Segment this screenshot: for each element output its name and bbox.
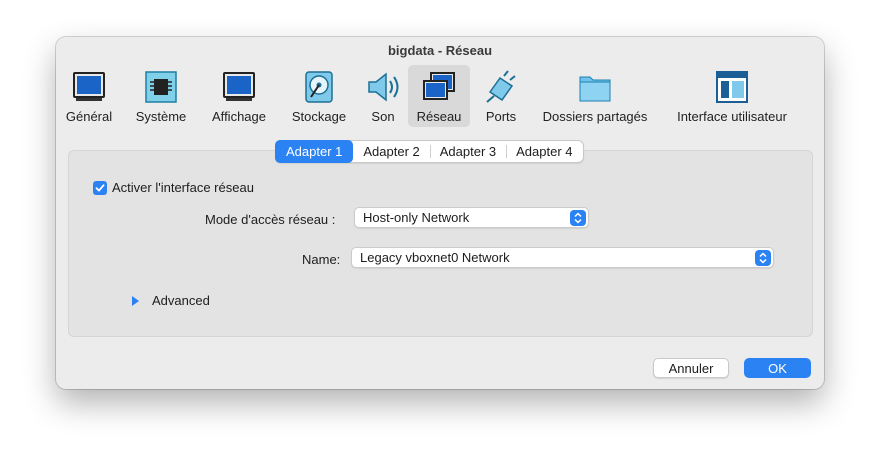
settings-window: bigdata - Réseau Général Système Afficha… [56,37,824,389]
display-monitor-icon [222,69,256,105]
access-mode-label: Mode d'accès réseau : [205,212,336,227]
toolbar-item-display[interactable]: Affichage [206,65,272,127]
toolbar-item-ports[interactable]: Ports [478,65,524,127]
access-mode-select[interactable]: Host-only Network [354,207,589,228]
cancel-button[interactable]: Annuler [653,358,729,378]
shared-folder-icon [578,69,612,105]
toolbar-item-shared-folders[interactable]: Dossiers partagés [536,65,654,127]
storage-disk-icon [304,69,334,105]
adapter-panel [68,150,813,337]
advanced-label: Advanced [152,293,210,308]
toolbar-label-storage: Stockage [291,109,347,124]
network-name-select[interactable]: Legacy vboxnet0 Network [351,247,774,268]
access-mode-value: Host-only Network [363,210,470,225]
tab-adapter-1[interactable]: Adapter 1 [275,140,354,163]
select-stepper-icon [570,209,586,226]
user-interface-icon [716,69,748,105]
toolbar-label-system: Système [135,109,187,124]
toolbar-label-shared-folders: Dossiers partagés [542,109,648,124]
checkmark-icon [95,183,105,191]
toolbar-label-sound: Son [371,109,395,124]
toolbar-label-user-interface: Interface utilisateur [677,109,787,124]
tab-adapter-2[interactable]: Adapter 2 [353,141,429,162]
toolbar-item-user-interface[interactable]: Interface utilisateur [670,65,794,127]
toolbar-item-sound[interactable]: Son [364,65,402,127]
select-stepper-icon [755,249,771,266]
toolbar-item-storage[interactable]: Stockage [286,65,352,127]
adapter-tabs: Adapter 1 Adapter 2 Adapter 3 Adapter 4 [275,140,584,163]
toolbar-item-system[interactable]: Système [131,65,191,127]
window-title: bigdata - Réseau [387,43,493,58]
ports-plug-icon [484,69,518,105]
advanced-disclosure[interactable]: Advanced [132,293,210,308]
toolbar-item-network[interactable]: Réseau [408,65,470,127]
enable-network-label: Activer l'interface réseau [112,180,254,195]
toolbar-label-display: Affichage [212,109,266,124]
network-name-value: Legacy vboxnet0 Network [360,250,510,265]
tab-adapter-3[interactable]: Adapter 3 [429,141,506,162]
general-monitor-icon [72,69,106,105]
toolbar-label-general: Général [65,109,113,124]
network-icon [422,69,456,105]
toolbar-item-general[interactable]: Général [62,65,116,127]
speaker-icon [366,69,400,105]
tab-adapter-4[interactable]: Adapter 4 [506,141,582,162]
enable-network-checkbox-row[interactable]: Activer l'interface réseau [93,180,254,195]
name-label: Name: [302,252,341,267]
toolbar-label-ports: Ports [485,109,517,124]
disclosure-triangle-icon [132,295,139,306]
toolbar-label-network: Réseau [416,109,462,124]
system-chip-icon [145,69,177,105]
enable-network-checkbox[interactable] [93,180,107,195]
ok-button[interactable]: OK [744,358,811,378]
